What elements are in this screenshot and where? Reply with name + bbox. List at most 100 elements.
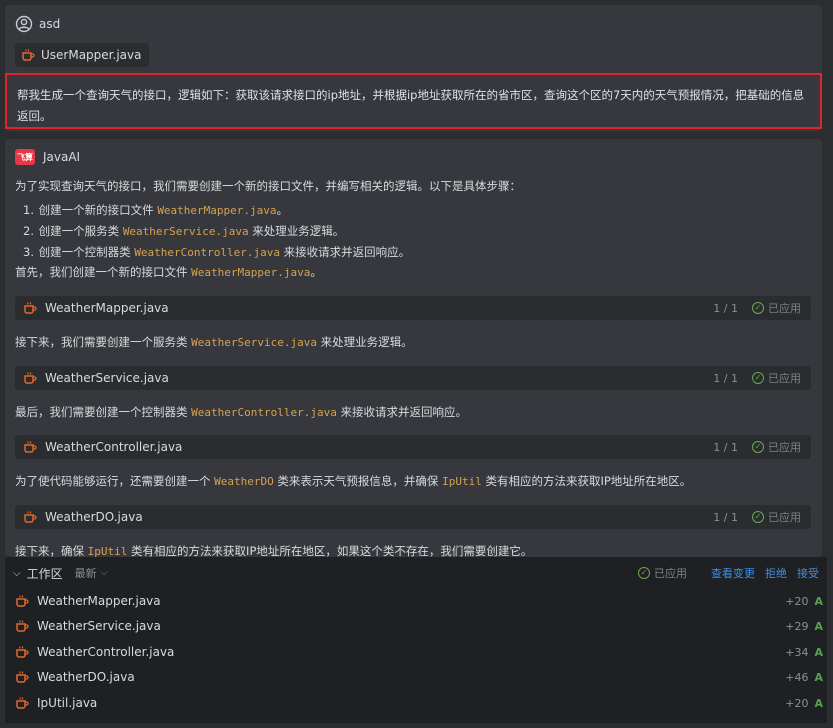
- workspace-file-row[interactable]: WeatherController.java +34 A: [15, 641, 823, 663]
- code-file-bar[interactable]: WeatherMapper.java 1 / 1 ✓ 已应用: [15, 296, 811, 320]
- applied-label: 已应用: [768, 441, 801, 454]
- workspace-title[interactable]: 工作区: [27, 565, 63, 582]
- user-avatar-icon: [15, 15, 33, 33]
- check-circle-icon: ✓: [752, 372, 764, 384]
- workspace-filter[interactable]: 最新: [75, 565, 97, 581]
- user-question-text: 帮我生成一个查询天气的接口，逻辑如下：获取该请求接口的ip地址，并根据ip地址获…: [17, 88, 805, 123]
- ai-extra-code: WeatherDO: [214, 475, 274, 488]
- ai-extra-mid: 类来表示天气预报信息，并确保: [273, 474, 443, 488]
- user-header: asd: [15, 15, 60, 33]
- ai-extra-end: 类有相应的方法来获取IP地址所在地区。: [481, 474, 692, 488]
- workspace-file-row[interactable]: WeatherDO.java +46 A: [15, 666, 823, 688]
- check-circle-icon: ✓: [752, 302, 764, 314]
- applied-status: ✓ 已应用: [752, 300, 801, 316]
- ai-next1-end: 来处理业务逻辑。: [317, 335, 413, 349]
- ai-next1-code: WeatherService.java: [191, 336, 317, 349]
- step-text: 创建一个服务类: [38, 224, 123, 238]
- step-text: 创建一个新的接口文件: [38, 203, 158, 217]
- java-file-icon: [24, 511, 37, 523]
- user-name: asd: [39, 17, 61, 31]
- java-file-icon: [16, 697, 29, 709]
- code-file-name: WeatherDO.java: [45, 510, 143, 524]
- java-file-icon: [24, 372, 37, 384]
- step-item: 1. 创建一个新的接口文件 WeatherMapper.java。: [23, 202, 288, 218]
- lines-added: +34: [785, 645, 809, 659]
- ai-cut-end: 类有相应的方法来获取IP地址所在地区，如果这个类不存在，我们需要创建它。: [127, 544, 533, 557]
- step-number: 1.: [23, 203, 34, 217]
- applied-label: 已应用: [768, 372, 801, 385]
- applied-label: 已应用: [768, 511, 801, 524]
- attached-file-chip[interactable]: UserMapper.java: [15, 43, 150, 67]
- code-block-count: 1 / 1: [713, 440, 738, 454]
- view-changes-button[interactable]: 查看变更: [711, 565, 755, 581]
- ai-response: 飞算 JavaAI 为了实现查询天气的接口，我们需要创建一个新的接口文件，并编写…: [5, 139, 822, 557]
- code-block-count: 1 / 1: [713, 371, 738, 385]
- ai-first: 首先，我们创建一个新的接口文件 WeatherMapper.java。: [15, 264, 322, 280]
- applied-status: ✓ 已应用: [752, 509, 801, 525]
- step-text-end: 来接收请求并返回响应。: [280, 245, 411, 259]
- ai-first-code: WeatherMapper.java: [191, 266, 311, 279]
- ai-extra: 为了使代码能够运行，还需要创建一个 WeatherDO 类来表示天气预报信息，并…: [15, 473, 691, 489]
- workspace-panel: ⌵ 工作区 最新 ⌵ ✓ 已应用 查看变更 拒绝 接受 WeatherMappe…: [5, 557, 827, 723]
- ai-cut-text: 接下来，确保: [15, 544, 88, 557]
- code-file-bar[interactable]: WeatherService.java 1 / 1 ✓ 已应用: [15, 366, 811, 390]
- code-file-name: WeatherMapper.java: [45, 301, 169, 315]
- reject-button[interactable]: 拒绝: [765, 565, 787, 581]
- workspace-file-name: WeatherDO.java: [37, 670, 135, 684]
- java-file-icon: [24, 441, 37, 453]
- java-file-icon: [16, 620, 29, 632]
- workspace-applied-status: ✓ 已应用: [638, 565, 687, 581]
- ai-logo: 飞算: [15, 149, 35, 165]
- step-code: WeatherService.java: [122, 225, 249, 238]
- java-file-icon: [24, 302, 37, 314]
- file-status-badge: A: [814, 645, 823, 659]
- step-code: WeatherMapper.java: [157, 204, 277, 217]
- lines-added: +20: [785, 696, 809, 710]
- ai-last-code: WeatherController.java: [191, 406, 337, 419]
- ai-next1: 接下来，我们需要创建一个服务类 WeatherService.java 来处理业…: [15, 334, 413, 350]
- ai-cut-code: IpUtil: [87, 545, 128, 557]
- lines-added: +20: [785, 594, 809, 608]
- java-file-icon: [16, 671, 29, 683]
- ai-header: 飞算 JavaAI: [15, 149, 80, 165]
- step-text: 创建一个控制器类: [38, 245, 135, 259]
- workspace-header: ⌵ 工作区 最新 ⌵ ✓ 已应用 查看变更 拒绝 接受: [13, 563, 819, 583]
- java-file-icon: [16, 646, 29, 658]
- ai-last-text: 最后，我们需要创建一个控制器类: [15, 405, 192, 419]
- workspace-file-row[interactable]: WeatherMapper.java +20 A: [15, 590, 823, 612]
- applied-status: ✓ 已应用: [752, 439, 801, 455]
- step-text-end: 来处理业务逻辑。: [248, 224, 345, 238]
- chevron-down-icon[interactable]: ⌵: [101, 568, 108, 578]
- workspace-file-name: WeatherService.java: [37, 619, 161, 633]
- applied-status: ✓ 已应用: [752, 370, 801, 386]
- applied-label: 已应用: [768, 302, 801, 315]
- ai-name: JavaAI: [43, 150, 81, 164]
- code-file-bar[interactable]: WeatherController.java 1 / 1 ✓ 已应用: [15, 435, 811, 459]
- code-file-name: WeatherService.java: [45, 371, 169, 385]
- chevron-down-icon[interactable]: ⌵: [13, 568, 21, 579]
- java-file-icon: [22, 49, 35, 61]
- workspace-file-row[interactable]: WeatherService.java +29 A: [15, 615, 823, 637]
- file-status-badge: A: [814, 696, 823, 710]
- code-block-count: 1 / 1: [713, 510, 738, 524]
- check-circle-icon: ✓: [752, 511, 764, 523]
- workspace-applied-label: 已应用: [654, 567, 687, 580]
- file-status-badge: A: [814, 619, 823, 633]
- code-file-bar[interactable]: WeatherDO.java 1 / 1 ✓ 已应用: [15, 505, 811, 529]
- step-text-end: 。: [276, 203, 289, 217]
- workspace-file-row[interactable]: IpUtil.java +20 A: [15, 692, 823, 714]
- ai-cut-off-text: 接下来，确保 IpUtil 类有相应的方法来获取IP地址所在地区，如果这个类不存…: [15, 543, 532, 557]
- ai-extra-text: 为了使代码能够运行，还需要创建一个: [15, 474, 215, 488]
- file-status-badge: A: [814, 594, 823, 608]
- ai-extra-code2: IpUtil: [442, 475, 482, 488]
- check-circle-icon: ✓: [752, 441, 764, 453]
- step-item: 3. 创建一个控制器类 WeatherController.java 来接收请求…: [23, 244, 410, 260]
- java-file-icon: [16, 595, 29, 607]
- attached-file-name: UserMapper.java: [41, 48, 142, 62]
- accept-button[interactable]: 接受: [797, 565, 819, 581]
- workspace-file-name: WeatherMapper.java: [37, 594, 161, 608]
- ai-last: 最后，我们需要创建一个控制器类 WeatherController.java 来…: [15, 404, 467, 420]
- file-status-badge: A: [814, 670, 823, 684]
- step-number: 2.: [23, 224, 34, 238]
- workspace-file-name: WeatherController.java: [37, 645, 175, 659]
